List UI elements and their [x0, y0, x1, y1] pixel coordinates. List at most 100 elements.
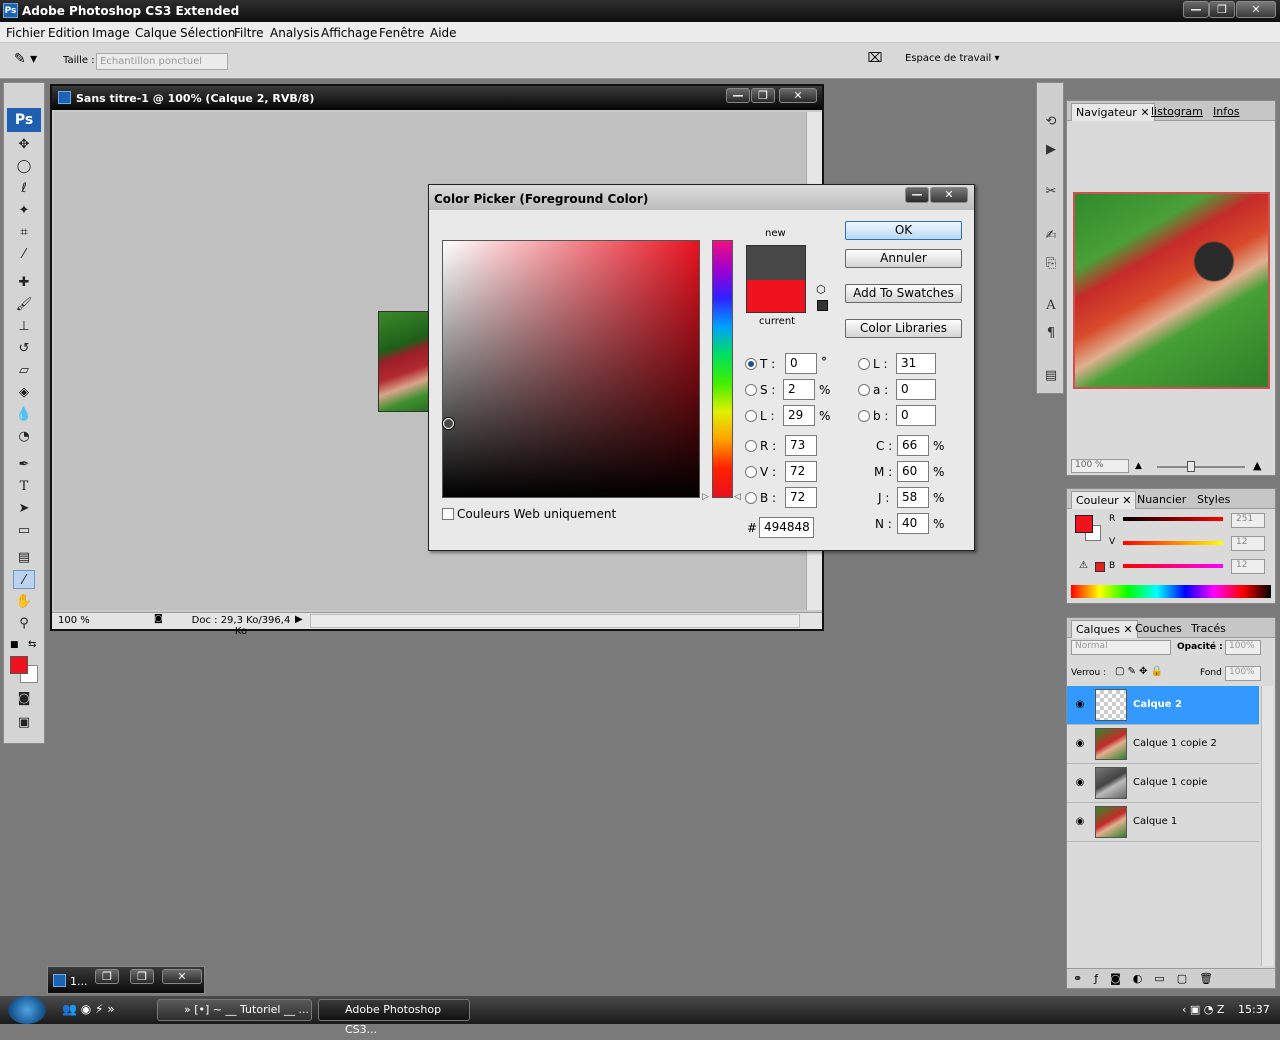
gamut-swatch[interactable]: [1095, 562, 1105, 572]
clone-source-icon[interactable]: ⎘: [1040, 253, 1062, 275]
cyan-field[interactable]: 66: [897, 435, 929, 456]
tray-icons[interactable]: ‹ ▣ ◔ Z: [1182, 1003, 1224, 1016]
web-only-checkbox[interactable]: [442, 508, 454, 520]
layer-row-calque-1-copie[interactable]: ◉ Calque 1 copie: [1067, 764, 1259, 803]
hue-right-arrow-icon[interactable]: ◁: [734, 492, 741, 502]
menu-image[interactable]: Image: [92, 26, 130, 40]
minimized-close-button[interactable]: ✕: [162, 969, 202, 984]
v-slider[interactable]: [1123, 541, 1223, 545]
maximize-button[interactable]: ❐: [1209, 1, 1235, 18]
dialog-close-button[interactable]: ✕: [930, 187, 968, 203]
screen-mode-icon[interactable]: ▣: [13, 713, 35, 732]
swap-colors-icon[interactable]: ⇆: [28, 639, 36, 650]
tab-styles[interactable]: Styles: [1193, 491, 1234, 509]
menu-fenetre[interactable]: Fenêtre: [379, 26, 424, 40]
crop-tool-icon[interactable]: ⌗: [13, 223, 35, 242]
lab-b-radio[interactable]: [858, 410, 870, 422]
lab-a-radio[interactable]: [858, 384, 870, 396]
menu-selection[interactable]: Sélection: [180, 26, 235, 40]
minimized-restore-button[interactable]: ❐: [95, 969, 119, 984]
workspace-menu[interactable]: Espace de travail ▾: [905, 53, 999, 64]
yellow-field[interactable]: 58: [897, 487, 929, 508]
visibility-eye-icon[interactable]: ◉: [1073, 738, 1087, 750]
green-field[interactable]: 72: [785, 461, 817, 482]
notes-tool-icon[interactable]: ▤: [13, 548, 35, 567]
tool-presets-icon[interactable]: ✂: [1040, 181, 1062, 203]
blue-field[interactable]: 72: [785, 487, 817, 508]
lasso-tool-icon[interactable]: ℓ: [13, 179, 35, 198]
character-panel-icon[interactable]: A: [1040, 295, 1062, 317]
lab-a-field[interactable]: 0: [896, 379, 936, 400]
status-arrow-icon[interactable]: ▶: [295, 614, 303, 625]
hue-radio[interactable]: [745, 358, 757, 370]
r-slider[interactable]: [1123, 517, 1223, 521]
current-color-swatch[interactable]: [746, 280, 806, 313]
visibility-eye-icon[interactable]: ◉: [1073, 816, 1087, 828]
layer-row-calque-1[interactable]: ◉ Calque 1: [1067, 803, 1259, 842]
minimize-button[interactable]: —: [1183, 1, 1209, 18]
actions-panel-icon[interactable]: ▶: [1040, 139, 1062, 161]
eyedropper-preset-icon[interactable]: ✎ ▾: [14, 51, 50, 71]
hue-left-arrow-icon[interactable]: ▷: [702, 492, 709, 502]
doc-minimize-button[interactable]: —: [726, 88, 750, 103]
taskbar-photoshop-button[interactable]: Adobe Photoshop CS3...: [318, 999, 470, 1036]
layers-footer-icons[interactable]: ⚭ƒ◙◐▭▢🗑: [1067, 968, 1275, 988]
menu-affichage[interactable]: Affichage: [321, 26, 377, 40]
tab-nuancier[interactable]: Nuancier: [1133, 491, 1190, 509]
eyedropper-tool-icon[interactable]: ⁄: [13, 570, 35, 589]
path-select-icon[interactable]: ➤: [13, 499, 35, 518]
red-field[interactable]: 73: [785, 435, 817, 456]
hex-field[interactable]: 494848: [759, 517, 814, 538]
history-panel-icon[interactable]: ⟲: [1040, 111, 1062, 133]
layers-scrollbar[interactable]: [1261, 686, 1273, 966]
quicklaunch-icons[interactable]: 👥 ◉ ⚡ »: [62, 1002, 115, 1016]
paint-bucket-icon[interactable]: ◈: [13, 383, 35, 402]
visibility-eye-icon[interactable]: ◉: [1073, 699, 1087, 711]
shape-tool-icon[interactable]: ▭: [13, 521, 35, 540]
clock[interactable]: 15:37: [1238, 1003, 1270, 1016]
tab-couleur[interactable]: Couleur ✕: [1071, 491, 1137, 509]
move-tool-icon[interactable]: ✥: [13, 135, 35, 154]
minimized-maximize-button[interactable]: ❐: [130, 969, 154, 984]
hue-field[interactable]: 0: [785, 353, 817, 374]
history-brush-icon[interactable]: ↺: [13, 339, 35, 358]
horizontal-scrollbar[interactable]: [310, 614, 800, 628]
marquee-tool-icon[interactable]: ◯: [13, 157, 35, 176]
taskbar-firefox-button[interactable]: » [•] ~ __ Tutoriel __ ...: [157, 999, 312, 1021]
start-button[interactable]: [8, 996, 46, 1024]
navigator-zoom-field[interactable]: 100 %: [1071, 459, 1129, 473]
color-panel-fg-swatch[interactable]: [1075, 515, 1093, 533]
saturation-field[interactable]: 2: [783, 379, 815, 400]
paragraph-panel-icon[interactable]: ¶: [1040, 323, 1062, 345]
zoom-out-icon[interactable]: ▲: [1135, 461, 1142, 471]
layer-name[interactable]: Calque 2: [1133, 699, 1182, 710]
menu-filtre[interactable]: Filtre: [234, 26, 263, 40]
saturation-brightness-field[interactable]: [442, 240, 700, 498]
layer-name[interactable]: Calque 1 copie: [1133, 777, 1207, 788]
opacity-field[interactable]: 100%: [1225, 640, 1261, 655]
blend-mode-select[interactable]: Normal: [1071, 640, 1171, 655]
menu-calque[interactable]: Calque: [135, 26, 177, 40]
brush-tool-icon[interactable]: 🖌: [13, 295, 35, 314]
menu-fichier[interactable]: Fichier: [6, 26, 45, 40]
ok-button[interactable]: OK: [845, 221, 962, 240]
green-radio[interactable]: [745, 466, 757, 478]
lightness-radio[interactable]: [745, 410, 757, 422]
quick-mask-icon[interactable]: ◙: [13, 689, 35, 708]
blue-radio[interactable]: [745, 492, 757, 504]
close-button[interactable]: ✕: [1236, 1, 1276, 18]
lab-l-radio[interactable]: [858, 358, 870, 370]
tab-couches[interactable]: Couches: [1131, 620, 1186, 638]
tab-infos[interactable]: Infos: [1209, 103, 1244, 121]
layer-row-calque-2[interactable]: ◉ Calque 2: [1067, 686, 1259, 725]
zoom-in-icon[interactable]: ▲: [1253, 459, 1261, 472]
zoom-slider-thumb[interactable]: [1187, 461, 1195, 472]
menu-edition[interactable]: Edition: [48, 26, 90, 40]
bridge-icon[interactable]: ⌧: [862, 51, 888, 71]
fill-field[interactable]: 100%: [1225, 666, 1261, 681]
visibility-eye-icon[interactable]: ◉: [1073, 777, 1087, 789]
tab-calques[interactable]: Calques ✕: [1071, 620, 1138, 638]
v-value-field[interactable]: 12: [1231, 536, 1265, 551]
slice-tool-icon[interactable]: ⁄: [13, 245, 35, 264]
minimized-document[interactable]: 1... ❐ ❐ ✕: [47, 966, 205, 994]
